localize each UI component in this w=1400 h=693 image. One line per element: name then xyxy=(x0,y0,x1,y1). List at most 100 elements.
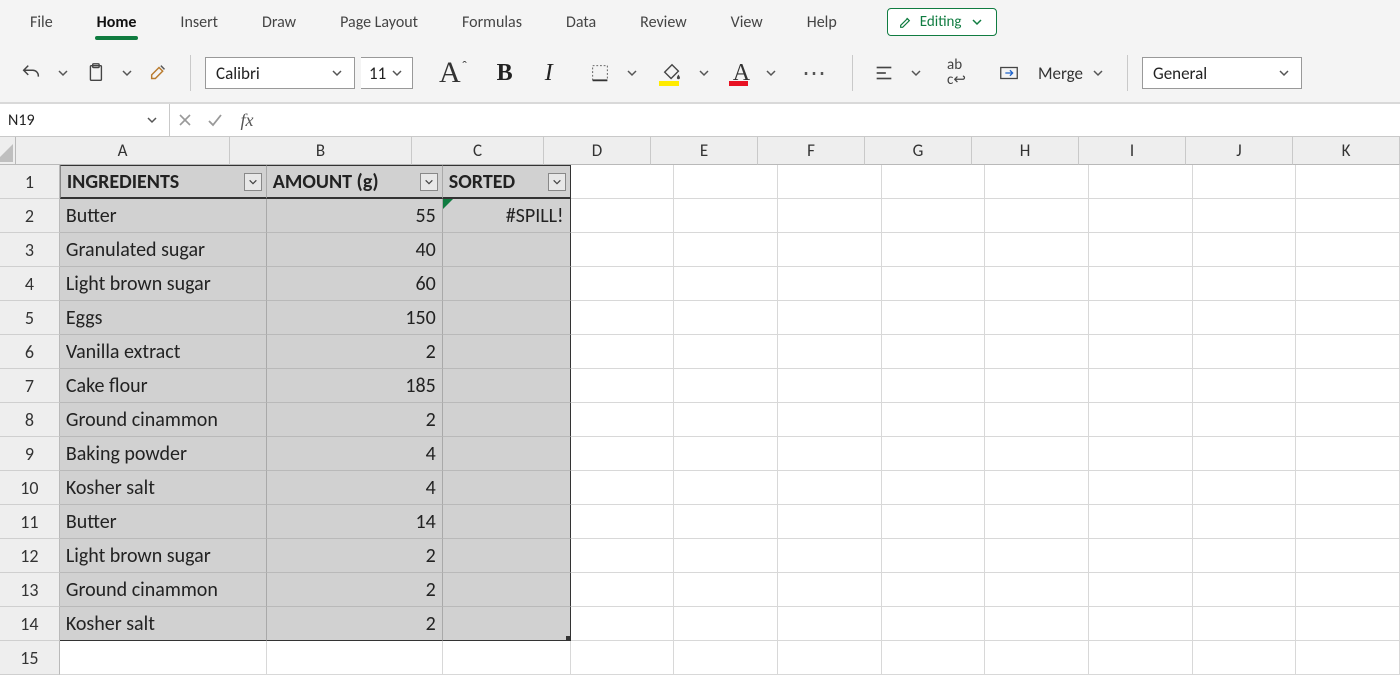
cell[interactable] xyxy=(1296,641,1400,675)
cell[interactable] xyxy=(60,641,267,675)
row-header[interactable]: 12 xyxy=(0,539,60,573)
cell[interactable] xyxy=(674,539,778,573)
cell[interactable] xyxy=(571,471,675,505)
cell[interactable] xyxy=(882,233,986,267)
cell[interactable] xyxy=(674,403,778,437)
cell[interactable] xyxy=(1296,607,1400,641)
cell[interactable] xyxy=(674,369,778,403)
cell[interactable] xyxy=(1193,165,1297,199)
cell[interactable] xyxy=(882,199,986,233)
row-header[interactable]: 4 xyxy=(0,267,60,301)
cell[interactable] xyxy=(778,607,882,641)
column-header[interactable]: K xyxy=(1293,137,1400,165)
row-header[interactable]: 15 xyxy=(0,641,60,675)
cell[interactable] xyxy=(443,233,571,267)
tab-data[interactable]: Data xyxy=(544,2,618,42)
cell[interactable] xyxy=(1089,267,1193,301)
cell[interactable] xyxy=(1296,403,1400,437)
cell[interactable] xyxy=(674,335,778,369)
cell[interactable] xyxy=(882,369,986,403)
cell[interactable] xyxy=(443,267,571,301)
cell[interactable] xyxy=(443,403,571,437)
cell[interactable] xyxy=(571,539,675,573)
cell[interactable]: Ground cinammon xyxy=(60,403,267,437)
cell[interactable] xyxy=(1193,573,1297,607)
name-box[interactable]: N19 xyxy=(0,104,170,136)
enter-formula-button[interactable] xyxy=(200,104,230,136)
cell[interactable] xyxy=(674,301,778,335)
cell[interactable] xyxy=(1089,607,1193,641)
cell[interactable]: Vanilla extract xyxy=(60,335,267,369)
cell[interactable] xyxy=(1089,471,1193,505)
cell[interactable]: Granulated sugar xyxy=(60,233,267,267)
cell[interactable] xyxy=(1193,607,1297,641)
cell[interactable] xyxy=(985,369,1089,403)
align-more-icon[interactable] xyxy=(907,64,925,82)
cell[interactable] xyxy=(1296,539,1400,573)
cell[interactable] xyxy=(443,573,571,607)
cell[interactable] xyxy=(985,403,1089,437)
font-color-button[interactable]: A xyxy=(727,56,756,90)
cell[interactable] xyxy=(882,335,986,369)
cell[interactable] xyxy=(985,199,1089,233)
cell[interactable]: 14 xyxy=(267,505,443,539)
cell[interactable] xyxy=(1089,335,1193,369)
font-color-more-icon[interactable] xyxy=(762,64,780,82)
tab-insert[interactable]: Insert xyxy=(158,2,240,42)
merge-cells-icon[interactable] xyxy=(992,56,1026,90)
cell[interactable]: Eggs xyxy=(60,301,267,335)
row-header[interactable]: 8 xyxy=(0,403,60,437)
cell[interactable] xyxy=(1089,403,1193,437)
column-header[interactable]: D xyxy=(544,137,651,165)
cell[interactable] xyxy=(443,471,571,505)
cell[interactable]: 2 xyxy=(267,573,443,607)
cell[interactable] xyxy=(571,199,675,233)
cell[interactable] xyxy=(443,505,571,539)
cell[interactable] xyxy=(1089,301,1193,335)
cell[interactable]: 185 xyxy=(267,369,443,403)
cell[interactable] xyxy=(985,607,1089,641)
cell[interactable] xyxy=(778,301,882,335)
cell[interactable] xyxy=(443,335,571,369)
tab-draw[interactable]: Draw xyxy=(240,2,318,42)
cell[interactable]: 4 xyxy=(267,437,443,471)
cell[interactable] xyxy=(882,403,986,437)
cell[interactable]: Butter xyxy=(60,505,267,539)
cell[interactable]: 2 xyxy=(267,335,443,369)
font-name-select[interactable]: Calibri xyxy=(205,57,355,89)
cell[interactable]: INGREDIENTS xyxy=(60,165,267,199)
tab-view[interactable]: View xyxy=(709,2,785,42)
cell[interactable] xyxy=(571,267,675,301)
cell[interactable] xyxy=(674,607,778,641)
cell[interactable] xyxy=(571,165,675,199)
cell[interactable] xyxy=(882,437,986,471)
cell[interactable] xyxy=(1193,539,1297,573)
row-header[interactable]: 3 xyxy=(0,233,60,267)
cell[interactable] xyxy=(882,505,986,539)
cell[interactable] xyxy=(882,573,986,607)
cell[interactable] xyxy=(1089,369,1193,403)
cell[interactable] xyxy=(1089,641,1193,675)
cell[interactable]: Baking powder xyxy=(60,437,267,471)
cell[interactable] xyxy=(882,165,986,199)
cell[interactable]: Butter xyxy=(60,199,267,233)
cell[interactable] xyxy=(778,437,882,471)
cell[interactable] xyxy=(985,301,1089,335)
row-header[interactable]: 10 xyxy=(0,471,60,505)
clipboard-more-icon[interactable] xyxy=(118,64,136,82)
cell[interactable] xyxy=(1089,233,1193,267)
tab-file[interactable]: File xyxy=(8,2,75,42)
cell[interactable] xyxy=(571,607,675,641)
cell[interactable] xyxy=(1296,369,1400,403)
cancel-formula-button[interactable] xyxy=(170,104,200,136)
cell[interactable]: #SPILL! xyxy=(443,199,571,233)
tab-formulas[interactable]: Formulas xyxy=(440,2,544,42)
cell[interactable] xyxy=(1193,199,1297,233)
cell[interactable] xyxy=(985,335,1089,369)
cell[interactable] xyxy=(778,165,882,199)
cell[interactable] xyxy=(674,267,778,301)
cell[interactable] xyxy=(267,641,443,675)
cell[interactable] xyxy=(1296,505,1400,539)
cell[interactable] xyxy=(1296,471,1400,505)
cell[interactable]: 150 xyxy=(267,301,443,335)
